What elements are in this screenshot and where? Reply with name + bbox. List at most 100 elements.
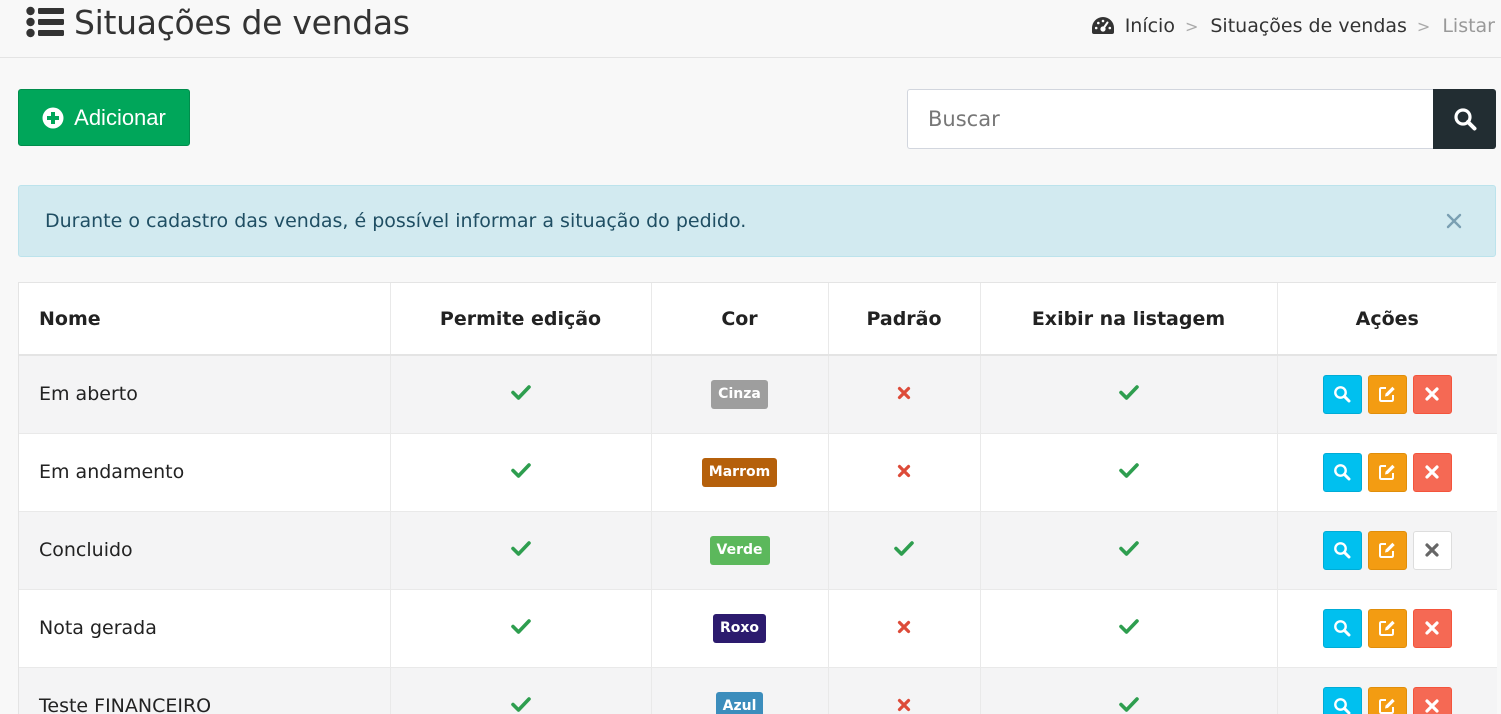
edit-button[interactable]: [1367, 686, 1407, 714]
check-icon: [510, 696, 531, 712]
cell-padrao: [828, 355, 981, 434]
check-icon: [510, 384, 531, 401]
cross-icon: [897, 386, 911, 400]
column-header-nome[interactable]: Nome: [19, 283, 391, 356]
cell-exibir: [980, 589, 1278, 668]
search-input[interactable]: [907, 89, 1433, 149]
delete-icon: [1424, 386, 1440, 402]
view-button[interactable]: [1322, 608, 1362, 648]
view-button[interactable]: [1322, 530, 1362, 570]
cell-acoes: [1277, 667, 1497, 714]
column-header-permite-edicao[interactable]: Permite edição: [390, 283, 652, 356]
cell-cor: Marrom: [651, 433, 829, 512]
cell-permite-edicao: [390, 667, 652, 714]
cell-nome: Em andamento: [19, 433, 391, 512]
row-actions: [1322, 530, 1452, 570]
breadcrumb-separator: >: [1184, 16, 1199, 36]
edit-button[interactable]: [1367, 608, 1407, 648]
column-header-cor[interactable]: Cor: [651, 283, 829, 356]
search-icon: [1333, 619, 1351, 637]
cell-padrao: [828, 433, 981, 512]
search-icon: [1333, 541, 1351, 559]
delete-button[interactable]: [1412, 608, 1452, 648]
row-actions: [1322, 452, 1452, 492]
check-icon: [1118, 618, 1139, 634]
cell-permite-edicao: [390, 433, 652, 512]
color-badge: Marrom: [701, 457, 778, 487]
edit-icon: [1378, 463, 1396, 481]
page-title-text: Situações de vendas: [74, 2, 410, 42]
column-header-acoes: Ações: [1277, 283, 1497, 356]
alert-text: Durante o cadastro das vendas, é possíve…: [45, 210, 747, 232]
dashboard-icon: [1091, 16, 1115, 36]
check-icon: [510, 462, 531, 478]
table-row: Nota gerada Roxo: [19, 589, 1497, 668]
add-button-label: Adicionar: [74, 104, 166, 130]
row-actions: [1322, 686, 1452, 714]
edit-button[interactable]: [1367, 452, 1407, 492]
delete-button[interactable]: [1412, 452, 1452, 492]
view-button[interactable]: [1322, 686, 1362, 714]
breadcrumb-current: Listar: [1442, 15, 1495, 37]
table-body: Em aberto Cinza Em andamento Marrom Conc…: [19, 355, 1497, 714]
column-header-exibir[interactable]: Exibir na listagem: [980, 283, 1278, 356]
cell-cor: Roxo: [651, 589, 829, 668]
cross-icon: [897, 464, 911, 478]
add-button[interactable]: Adicionar: [18, 89, 190, 146]
cross-icon: [897, 698, 911, 712]
row-actions: [1322, 608, 1452, 648]
edit-icon: [1378, 697, 1396, 714]
cell-exibir: [980, 433, 1278, 512]
cell-nome: Nota gerada: [19, 589, 391, 668]
page-title: Situações de vendas: [26, 0, 410, 44]
delete-icon: [1424, 698, 1440, 714]
cell-cor: Azul: [651, 667, 829, 714]
check-icon: [510, 540, 531, 556]
breadcrumb-separator: >: [1416, 16, 1431, 36]
check-icon: [1118, 384, 1139, 401]
cross-icon: [897, 620, 911, 634]
column-header-padrao[interactable]: Padrão: [828, 283, 981, 356]
cell-padrao: [828, 667, 981, 714]
breadcrumb: Início > Situações de vendas > Listar: [1091, 8, 1495, 44]
search-icon: [1333, 385, 1351, 403]
edit-icon: [1378, 619, 1396, 637]
cell-nome: Em aberto: [19, 355, 391, 434]
view-button[interactable]: [1322, 452, 1362, 492]
cell-padrao: [828, 589, 981, 668]
color-badge: Verde: [709, 535, 770, 565]
search-button[interactable]: [1433, 89, 1496, 149]
check-icon: [1118, 696, 1139, 712]
plus-circle-icon: [42, 107, 64, 129]
table-row: Em andamento Marrom: [19, 433, 1497, 512]
table-row: Em aberto Cinza: [19, 355, 1497, 434]
delete-icon: [1424, 542, 1440, 558]
breadcrumb-home-link[interactable]: Início: [1125, 15, 1175, 37]
cell-permite-edicao: [390, 511, 652, 590]
page-header: Situações de vendas Início > Situações d…: [0, 0, 1501, 58]
delete-button[interactable]: [1412, 686, 1452, 714]
view-button[interactable]: [1322, 374, 1362, 414]
search-group: [907, 89, 1496, 149]
cell-nome: Teste FINANCEIRO: [19, 667, 391, 714]
check-icon: [1118, 462, 1139, 478]
table-row: Teste FINANCEIRO Azul: [19, 667, 1497, 714]
cell-exibir: [980, 511, 1278, 590]
cell-acoes: [1277, 511, 1497, 590]
edit-button[interactable]: [1367, 530, 1407, 570]
breadcrumb-situacoes-link[interactable]: Situações de vendas: [1210, 15, 1407, 37]
cell-permite-edicao: [390, 355, 652, 434]
check-icon: [510, 618, 531, 634]
search-icon: [1333, 463, 1351, 481]
close-icon[interactable]: [1443, 210, 1465, 232]
cell-nome: Concluido: [19, 511, 391, 590]
color-badge: Roxo: [712, 613, 767, 643]
cell-cor: Cinza: [651, 355, 829, 434]
cell-exibir: [980, 355, 1278, 434]
delete-button[interactable]: [1412, 374, 1452, 414]
edit-button[interactable]: [1367, 374, 1407, 414]
edit-icon: [1378, 385, 1396, 403]
cell-permite-edicao: [390, 589, 652, 668]
list-icon: [26, 6, 64, 38]
delete-button: [1412, 530, 1452, 570]
